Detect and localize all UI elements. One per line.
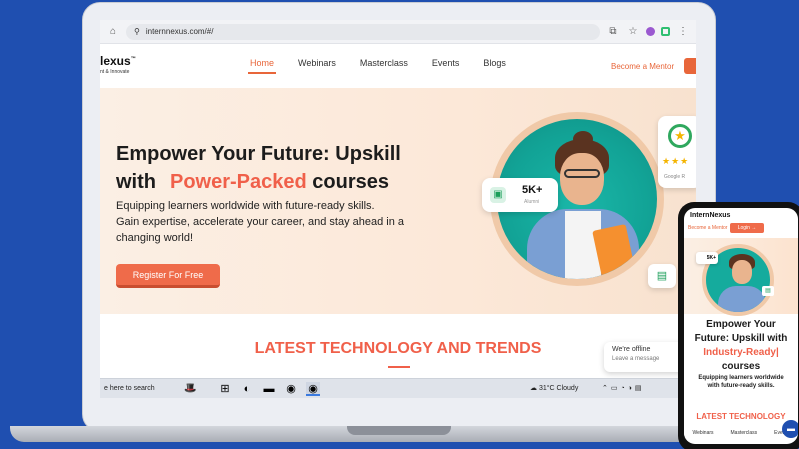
laptop-screen: ⌂ ⚲ internnexus.com/#/ ⧉ ☆ ⋮ lexus™ nt &… — [100, 20, 696, 398]
copilot-icon[interactable]: ◐ — [240, 382, 254, 396]
hero-title-accent: Power-Packed — [170, 171, 307, 193]
nav-masterclass[interactable]: Masterclass — [360, 58, 408, 68]
extension-icon[interactable] — [661, 27, 670, 36]
more-menu-icon[interactable]: ⋮ — [676, 26, 690, 37]
taskbar-search[interactable]: e here to search — [104, 385, 184, 392]
site-header: lexus™ nt & Innovate Home Webinars Maste… — [100, 44, 696, 88]
phone-bottom-nav: Webinars Masterclass Events — [684, 428, 798, 436]
site-settings-icon[interactable]: ⚲ — [134, 27, 140, 36]
home-icon[interactable]: ⌂ — [106, 26, 120, 37]
phone-nav-webinars[interactable]: Webinars — [692, 430, 713, 436]
phone-section-title: LATEST TECHNOLOGY — [696, 412, 786, 421]
phone-nav-masterclass[interactable]: Masterclass — [731, 430, 758, 436]
phone-screen: InternNexus Become a Mentor Login → 5K+ … — [684, 208, 798, 444]
hero-section: Empower Your Future: Upskill with Power-P… — [100, 88, 696, 314]
become-mentor-link[interactable]: Become a Mentor — [611, 62, 674, 71]
nav-webinars[interactable]: Webinars — [298, 58, 336, 68]
url-text: internnexus.com/#/ — [145, 27, 214, 36]
address-bar[interactable]: ⚲ internnexus.com/#/ — [126, 23, 600, 40]
cast-icon[interactable]: ⧉ — [606, 26, 620, 37]
nav-events[interactable]: Events — [432, 58, 460, 68]
section-underline — [388, 366, 410, 368]
bookmark-star-icon[interactable]: ☆ — [626, 26, 640, 37]
search-highlight-icon[interactable]: 🎩 — [184, 383, 214, 394]
weather-widget[interactable]: ☁ 31°C Cloudy — [530, 384, 578, 392]
phone-hero-title: Empower Your Future: Upskill with Indust… — [694, 319, 788, 372]
login-button[interactable] — [684, 58, 696, 74]
browser-toolbar: ⌂ ⚲ internnexus.com/#/ ⧉ ☆ ⋮ — [100, 20, 696, 44]
site-logo[interactable]: lexus™ nt & Innovate — [100, 54, 136, 75]
chrome-icon[interactable]: ◉ — [284, 382, 298, 396]
phone-site-logo[interactable]: InternNexus — [690, 212, 730, 219]
task-view-icon[interactable]: ⊞ — [218, 382, 232, 396]
google-rating-card: ★ ★★★ Google R — [658, 116, 696, 188]
file-explorer-icon[interactable]: ▬ — [262, 382, 276, 396]
rating-stars: ★★★ — [662, 156, 690, 166]
phone-chat-icon: ▤ — [762, 286, 774, 296]
system-tray[interactable]: ⌃▭◔◑▤ — [602, 384, 645, 392]
alumni-icon: ▣ — [490, 187, 506, 203]
main-nav: Home Webinars Masterclass Events Blogs — [247, 58, 506, 74]
phone-login-button[interactable]: Login → — [730, 223, 764, 233]
nav-home[interactable]: Home — [247, 58, 277, 74]
hero-subtitle: Equipping learners worldwide with future… — [116, 200, 405, 244]
profile-avatar-icon[interactable] — [646, 27, 655, 36]
hero-title: Empower Your Future: Upskill with Power-P… — [116, 143, 401, 193]
laptop-notch — [347, 426, 451, 435]
phone-alumni-stat: 5K+ — [696, 252, 718, 264]
nav-blogs[interactable]: Blogs — [483, 58, 506, 68]
register-for-free-button[interactable]: Register For Free — [116, 264, 220, 288]
chat-bubble-icon: ▤ — [648, 264, 676, 288]
phone-become-mentor-link[interactable]: Become a Mentor — [688, 225, 727, 231]
phone-hero-subtitle: Equipping learners worldwide with future… — [698, 375, 784, 389]
alumni-stat-card: ▣ 5K+ Alumni — [482, 178, 558, 212]
phone-chat-fab-icon[interactable]: ▬ — [782, 420, 798, 438]
windows-taskbar: e here to search 🎩 ⊞ ◐ ▬ ◉ ◉ ☁ 31°C Clou… — [100, 378, 696, 398]
star-badge-icon: ★ — [668, 124, 692, 148]
chrome-active-icon[interactable]: ◉ — [306, 381, 320, 396]
